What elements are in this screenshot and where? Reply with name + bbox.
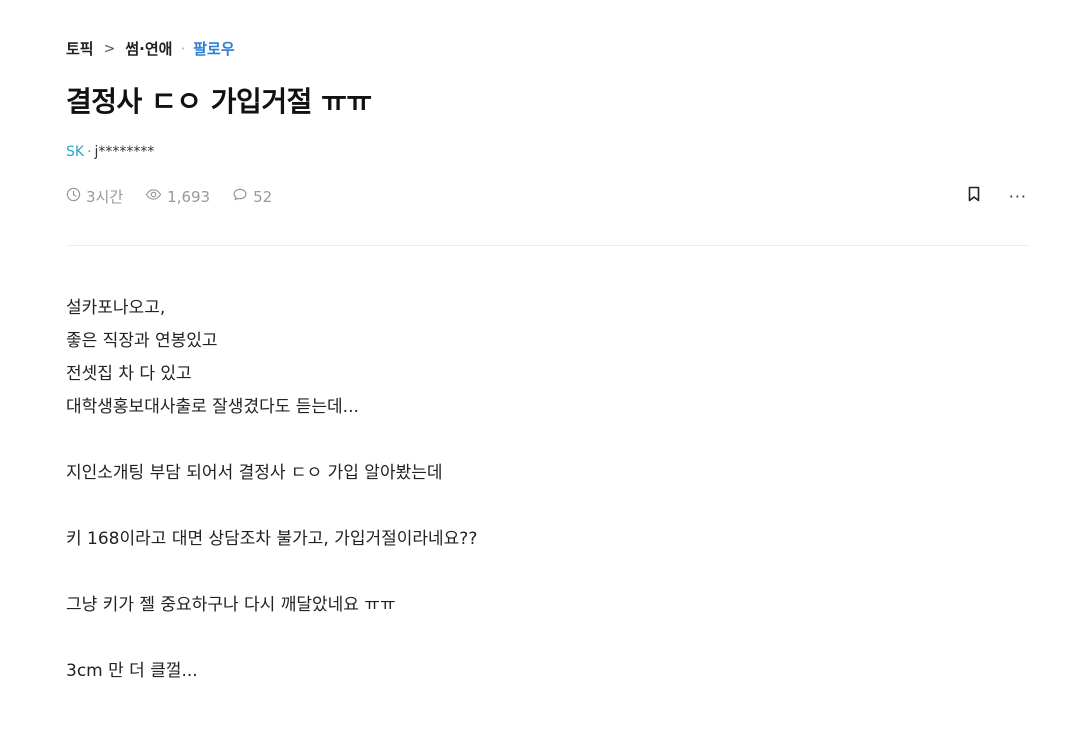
author-separator: · — [87, 144, 92, 160]
post-body-line: 지인소개팅 부담 되어서 결정사 ㄷㅇ 가입 알아봤는데 — [66, 463, 443, 483]
post-title: 결정사 ㄷㅇ 가입거절 ㅠㅠ — [66, 85, 372, 118]
breadcrumb-dot: · — [180, 39, 186, 58]
post-body-line: 좋은 직장과 연봉있고 — [66, 331, 218, 351]
post-body-line: 키 168이라고 대면 상담조차 불가고, 가입거절이라네요?? — [66, 529, 478, 549]
post-time-value: 3시간 — [86, 188, 124, 206]
breadcrumb-topic-link[interactable]: 토픽 — [66, 38, 94, 59]
bookmark-button[interactable] — [967, 186, 981, 206]
author-info: SK · j******** — [66, 144, 154, 160]
eye-icon — [145, 187, 167, 206]
post-body: 설카포나오고, 좋은 직장과 연봉있고 전셋집 차 다 있고 대학생홍보대사출로… — [66, 292, 1026, 688]
breadcrumb-separator: > — [103, 40, 116, 57]
breadcrumb-category-link[interactable]: 썸·연애 — [125, 38, 172, 59]
post-comments[interactable]: 52 — [232, 187, 272, 206]
author-company[interactable]: SK — [66, 144, 84, 160]
post-views-value: 1,693 — [167, 187, 211, 206]
comment-icon — [232, 187, 253, 206]
author-nickname: j******** — [94, 144, 155, 160]
post-actions: ··· — [967, 186, 1027, 206]
breadcrumb: 토픽 > 썸·연애 · 팔로우 — [66, 38, 235, 59]
post-body-line: 전셋집 차 다 있고 — [66, 364, 192, 384]
follow-button[interactable]: 팔로우 — [193, 38, 234, 59]
post-comments-value: 52 — [253, 187, 273, 206]
post-body-line: 설카포나오고, — [66, 298, 166, 318]
post-views: 1,693 — [145, 187, 210, 206]
divider — [66, 245, 1030, 246]
bookmark-icon — [967, 186, 981, 206]
post-meta: 3시간 1,693 52 — [66, 186, 294, 207]
post-body-line: 그냥 키가 젤 중요하구나 다시 깨달았네요 ㅠㅠ — [66, 595, 396, 615]
clock-icon — [66, 187, 86, 206]
post-time: 3시간 — [66, 186, 123, 207]
post-body-line: 대학생홍보대사출로 잘생겼다도 듣는데... — [66, 397, 359, 417]
post-body-line: 3cm 만 더 클껄... — [66, 661, 198, 681]
more-icon[interactable]: ··· — [1009, 187, 1027, 206]
